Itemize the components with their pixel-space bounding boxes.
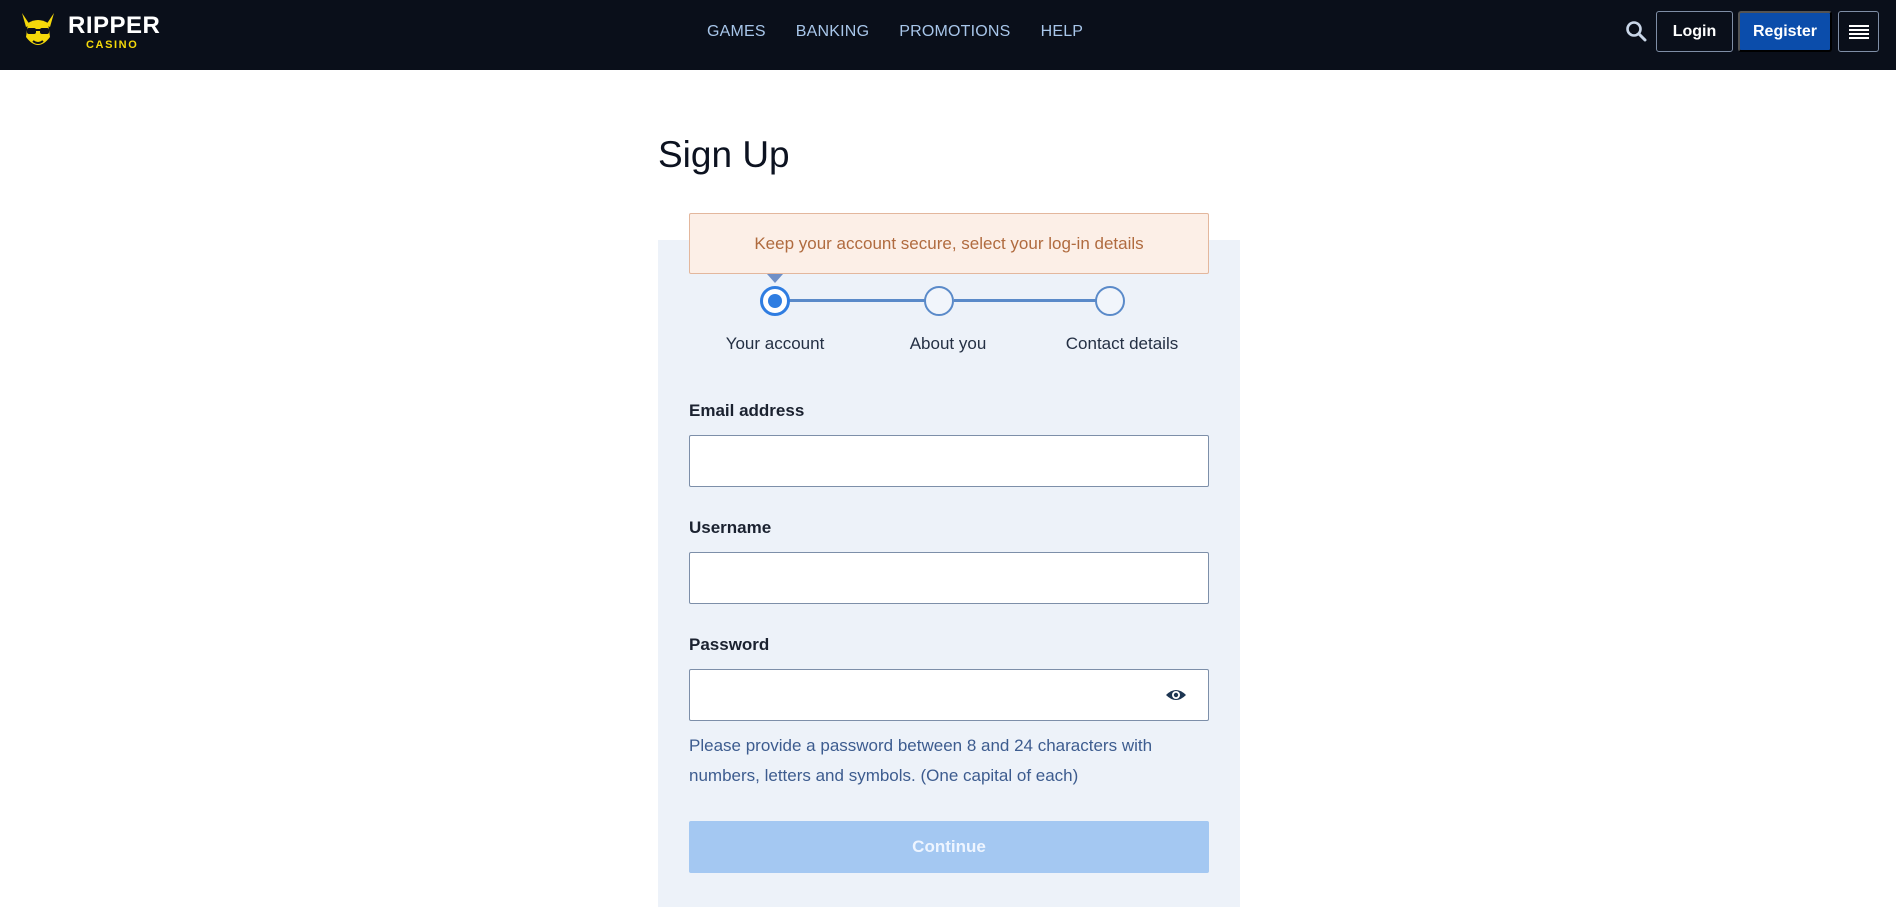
email-label: Email address (689, 401, 805, 420)
username-field[interactable] (689, 552, 1209, 604)
nav-banking[interactable]: BANKING (796, 22, 869, 42)
login-button[interactable]: Login (1656, 11, 1733, 52)
top-navigation-bar: RIPPER CASINO GAMES BANKING PROMOTIONS H… (0, 0, 1896, 70)
password-field[interactable] (689, 669, 1209, 721)
security-notice: Keep your account secure, select your lo… (689, 213, 1209, 274)
eye-icon (1166, 690, 1186, 700)
email-field[interactable] (689, 435, 1209, 487)
main-nav: GAMES BANKING PROMOTIONS HELP (707, 22, 1083, 42)
signup-stepper: Your account About you Contact details (689, 284, 1209, 364)
page-title: Sign Up (658, 134, 790, 175)
password-label: Password (689, 635, 770, 654)
logo-brand: RIPPER (68, 12, 161, 39)
hamburger-menu-icon (1848, 24, 1869, 39)
continue-button[interactable]: Continue (689, 821, 1209, 873)
nav-help[interactable]: HELP (1041, 22, 1084, 42)
step-connector-2 (954, 299, 1096, 302)
password-hint: Please provide a password between 8 and … (689, 736, 1153, 785)
step-label-contact-details: Contact details (1065, 334, 1179, 353)
search-button[interactable] (1624, 18, 1648, 44)
logo-sub: CASINO (86, 39, 139, 51)
step-about-you (924, 286, 954, 316)
show-password-button[interactable] (1164, 683, 1188, 707)
step-connector-1 (782, 299, 925, 302)
username-label: Username (689, 518, 772, 537)
logo-wordmark: RIPPER CASINO (68, 14, 160, 51)
ripper-casino-logo[interactable]: RIPPER CASINO (16, 10, 161, 54)
step-your-account (760, 286, 790, 316)
step-label-your-account: Your account (725, 334, 825, 353)
register-button[interactable]: Register (1738, 11, 1832, 52)
step-contact-details (1095, 286, 1125, 316)
kangaroo-logo-icon (22, 13, 54, 45)
nav-games[interactable]: GAMES (707, 22, 766, 42)
notice-pointer (767, 274, 783, 283)
menu-button[interactable] (1838, 11, 1879, 52)
nav-promotions[interactable]: PROMOTIONS (899, 22, 1010, 42)
step-label-about-you: About you (909, 334, 987, 353)
search-icon (1626, 21, 1647, 42)
